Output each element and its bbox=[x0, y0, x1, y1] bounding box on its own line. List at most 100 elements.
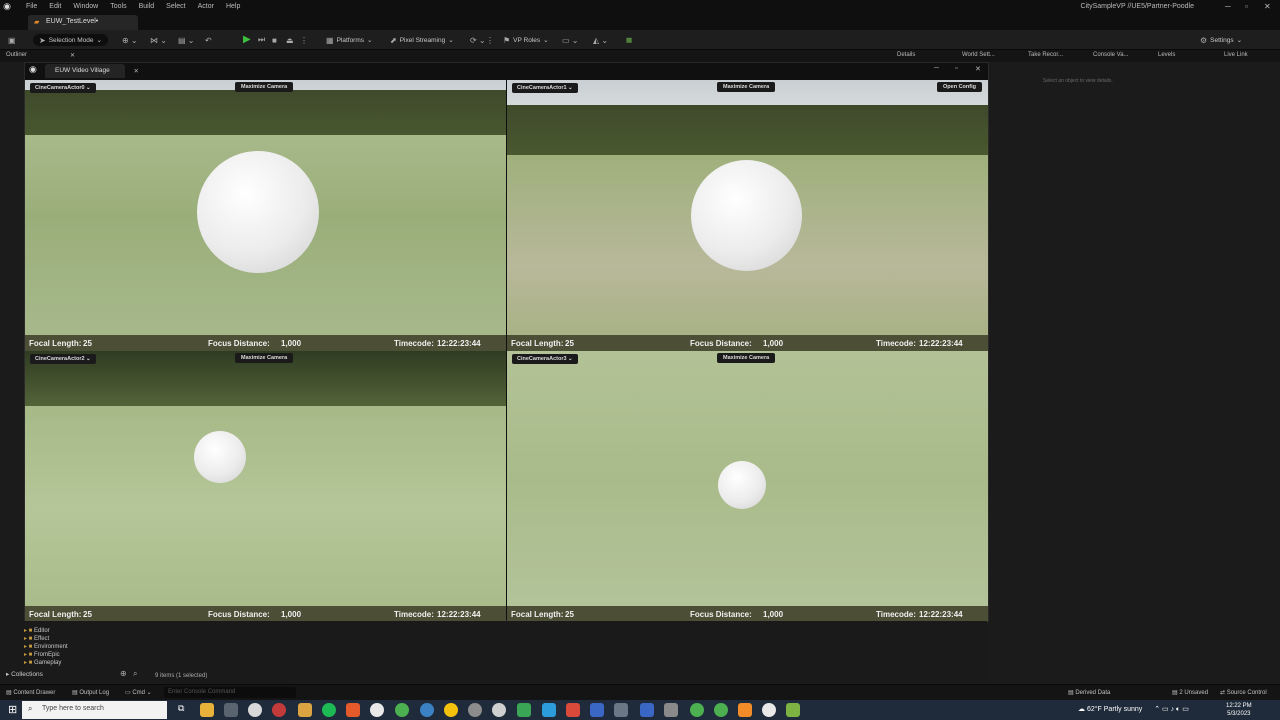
task-view-icon[interactable]: ⧉ bbox=[178, 703, 192, 717]
search-icon[interactable]: ⌕ bbox=[133, 669, 137, 679]
close-icon[interactable]: ✕ bbox=[134, 67, 139, 75]
tab-take-recorder[interactable]: Take Recor... bbox=[1028, 52, 1063, 58]
folder-item[interactable]: Editor bbox=[24, 627, 50, 634]
menu-window[interactable]: Window bbox=[73, 3, 98, 10]
record-app-icon[interactable] bbox=[272, 703, 286, 717]
app-icon[interactable] bbox=[542, 703, 556, 717]
app-icon[interactable] bbox=[346, 703, 360, 717]
maximize-camera-button[interactable]: Maximize Camera bbox=[717, 353, 776, 363]
minimize-icon[interactable]: ─ bbox=[934, 65, 939, 72]
file-explorer-icon[interactable] bbox=[200, 703, 214, 717]
close-icon[interactable]: ✕ bbox=[1264, 2, 1271, 11]
add-icon[interactable]: ⊕ bbox=[120, 669, 127, 678]
app-icon[interactable] bbox=[370, 703, 384, 717]
maximize-icon[interactable]: ▫ bbox=[1245, 2, 1248, 11]
chrome-icon[interactable] bbox=[714, 703, 728, 717]
skip-icon[interactable]: ⏭ bbox=[258, 34, 265, 46]
add-content-icon[interactable]: ⊕ ⌄ bbox=[122, 34, 138, 46]
unreal-app-icon[interactable] bbox=[640, 703, 654, 717]
camera-actor-dropdown[interactable]: CineCameraActor1 ⌄ bbox=[512, 83, 578, 93]
close-icon[interactable]: ✕ bbox=[70, 52, 75, 59]
open-config-button[interactable]: Open Config bbox=[937, 82, 982, 92]
camera-actor-dropdown[interactable]: CineCameraActor2 ⌄ bbox=[30, 354, 96, 364]
spotify-icon[interactable] bbox=[322, 703, 336, 717]
app-icon[interactable] bbox=[664, 703, 678, 717]
virtual-camera-icon[interactable]: ◭ ⌄ bbox=[593, 34, 608, 46]
windows-start-icon[interactable]: ⊞ bbox=[8, 703, 17, 716]
app-icon[interactable] bbox=[566, 703, 580, 717]
derived-data-button[interactable]: ▤ Derived Data bbox=[1068, 689, 1110, 696]
maximize-icon[interactable]: ▫ bbox=[955, 65, 957, 72]
app-icon[interactable] bbox=[298, 703, 312, 717]
platforms-dropdown[interactable]: ▦ Platforms ⌄ bbox=[326, 34, 372, 46]
console-input[interactable]: Enter Console Command bbox=[164, 687, 296, 698]
video-village-tab[interactable]: EUW Video Village ✕ bbox=[45, 64, 139, 78]
output-log-button[interactable]: ▤ Output Log bbox=[72, 689, 109, 696]
pixel-streaming-dropdown[interactable]: ⬈ Pixel Streaming ⌄ bbox=[390, 34, 454, 46]
refresh-icon[interactable]: ⟳ ⌄ bbox=[470, 34, 486, 46]
app-icon[interactable] bbox=[517, 703, 531, 717]
selection-mode-dropdown[interactable]: ➤ Selection Mode ⌄ bbox=[33, 34, 108, 46]
vp-roles-dropdown[interactable]: ⚑ VP Roles ⌄ bbox=[503, 34, 549, 46]
app-icon[interactable] bbox=[248, 703, 262, 717]
collections-header[interactable]: ▸ Collections bbox=[6, 670, 43, 678]
tab-levels[interactable]: Levels bbox=[1158, 52, 1175, 58]
unsaved-button[interactable]: ▤ 2 Unsaved bbox=[1172, 689, 1208, 696]
cmd-dropdown[interactable]: ▭ Cmd ⌄ bbox=[125, 689, 152, 696]
cinematics-icon[interactable]: ▤ ⌄ bbox=[178, 34, 194, 46]
settings-dropdown[interactable]: ⚙ Settings ⌄ bbox=[1200, 34, 1242, 46]
weather-text[interactable]: 62°F Partly sunny bbox=[1087, 706, 1142, 713]
menu-build[interactable]: Build bbox=[139, 3, 155, 10]
tray-icons[interactable]: ⌃ ▭ ♪ 🔈︎ ▭ bbox=[1154, 706, 1189, 713]
unreal-app-icon[interactable] bbox=[590, 703, 604, 717]
minimize-icon[interactable]: ─ bbox=[1225, 2, 1231, 11]
more-options-icon[interactable]: ⋮ bbox=[486, 34, 494, 46]
map-icon[interactable]: ▩ bbox=[626, 34, 632, 46]
menu-tools[interactable]: Tools bbox=[110, 3, 126, 10]
folder-item[interactable]: Gameplay bbox=[24, 659, 61, 666]
camera-actor-dropdown[interactable]: CineCameraActor3 ⌄ bbox=[512, 354, 578, 364]
app-icon[interactable] bbox=[224, 703, 238, 717]
source-control-button[interactable]: ⇄ Source Control bbox=[1220, 689, 1267, 696]
close-icon[interactable]: ✕ bbox=[975, 65, 981, 73]
app-icon[interactable] bbox=[420, 703, 434, 717]
level-tab[interactable]: ▰ EUW_TestLevel• bbox=[28, 15, 138, 30]
maximize-camera-button[interactable]: Maximize Camera bbox=[717, 82, 776, 92]
maximize-camera-button[interactable]: Maximize Camera bbox=[235, 353, 294, 363]
app-icon[interactable] bbox=[492, 703, 506, 717]
menu-file[interactable]: File bbox=[26, 3, 37, 10]
taskbar-search-input[interactable]: ⌕ Type here to search bbox=[22, 701, 167, 719]
clock[interactable]: 12:22 PM 5/3/2023 bbox=[1226, 702, 1252, 718]
app-icon[interactable] bbox=[468, 703, 482, 717]
tab-live-link[interactable]: Live Link bbox=[1224, 52, 1248, 58]
app-icon[interactable] bbox=[786, 703, 800, 717]
menu-help[interactable]: Help bbox=[226, 3, 240, 10]
vr-icon[interactable]: ▭ ⌄ bbox=[562, 34, 578, 46]
tab-outliner[interactable]: Outliner bbox=[6, 52, 27, 58]
app-icon[interactable] bbox=[614, 703, 628, 717]
tab-world-settings[interactable]: World Sett... bbox=[962, 52, 995, 58]
folder-item[interactable]: Environment bbox=[24, 643, 68, 650]
more-options-icon[interactable]: ⋮ bbox=[300, 34, 308, 46]
chrome-icon[interactable] bbox=[690, 703, 704, 717]
folder-item[interactable]: Effect bbox=[24, 635, 49, 642]
blueprint-icon[interactable]: ⋈ ⌄ bbox=[150, 34, 167, 46]
content-drawer-button[interactable]: ▤ Content Drawer bbox=[6, 689, 55, 696]
menu-actor[interactable]: Actor bbox=[198, 3, 214, 10]
play-button[interactable]: ▶ bbox=[243, 33, 251, 45]
tab-details[interactable]: Details bbox=[897, 52, 915, 58]
unreal-app-icon[interactable] bbox=[762, 703, 776, 717]
menu-edit[interactable]: Edit bbox=[49, 3, 61, 10]
chrome-icon[interactable] bbox=[395, 703, 409, 717]
stop-icon[interactable]: ■ bbox=[272, 34, 277, 46]
folder-item[interactable]: FromEpic bbox=[24, 651, 60, 658]
eject-icon[interactable]: ⏏ bbox=[286, 34, 294, 46]
save-icon[interactable]: ▣ bbox=[8, 34, 16, 46]
vlc-icon[interactable] bbox=[738, 703, 752, 717]
camera-actor-dropdown[interactable]: CineCameraActor0 ⌄ bbox=[30, 83, 96, 93]
maximize-camera-button[interactable]: Maximize Camera bbox=[235, 82, 294, 92]
menu-select[interactable]: Select bbox=[166, 3, 185, 10]
undo-icon[interactable]: ↶ bbox=[205, 34, 212, 46]
app-icon[interactable] bbox=[444, 703, 458, 717]
tab-console-variables[interactable]: Console Va... bbox=[1093, 52, 1129, 58]
